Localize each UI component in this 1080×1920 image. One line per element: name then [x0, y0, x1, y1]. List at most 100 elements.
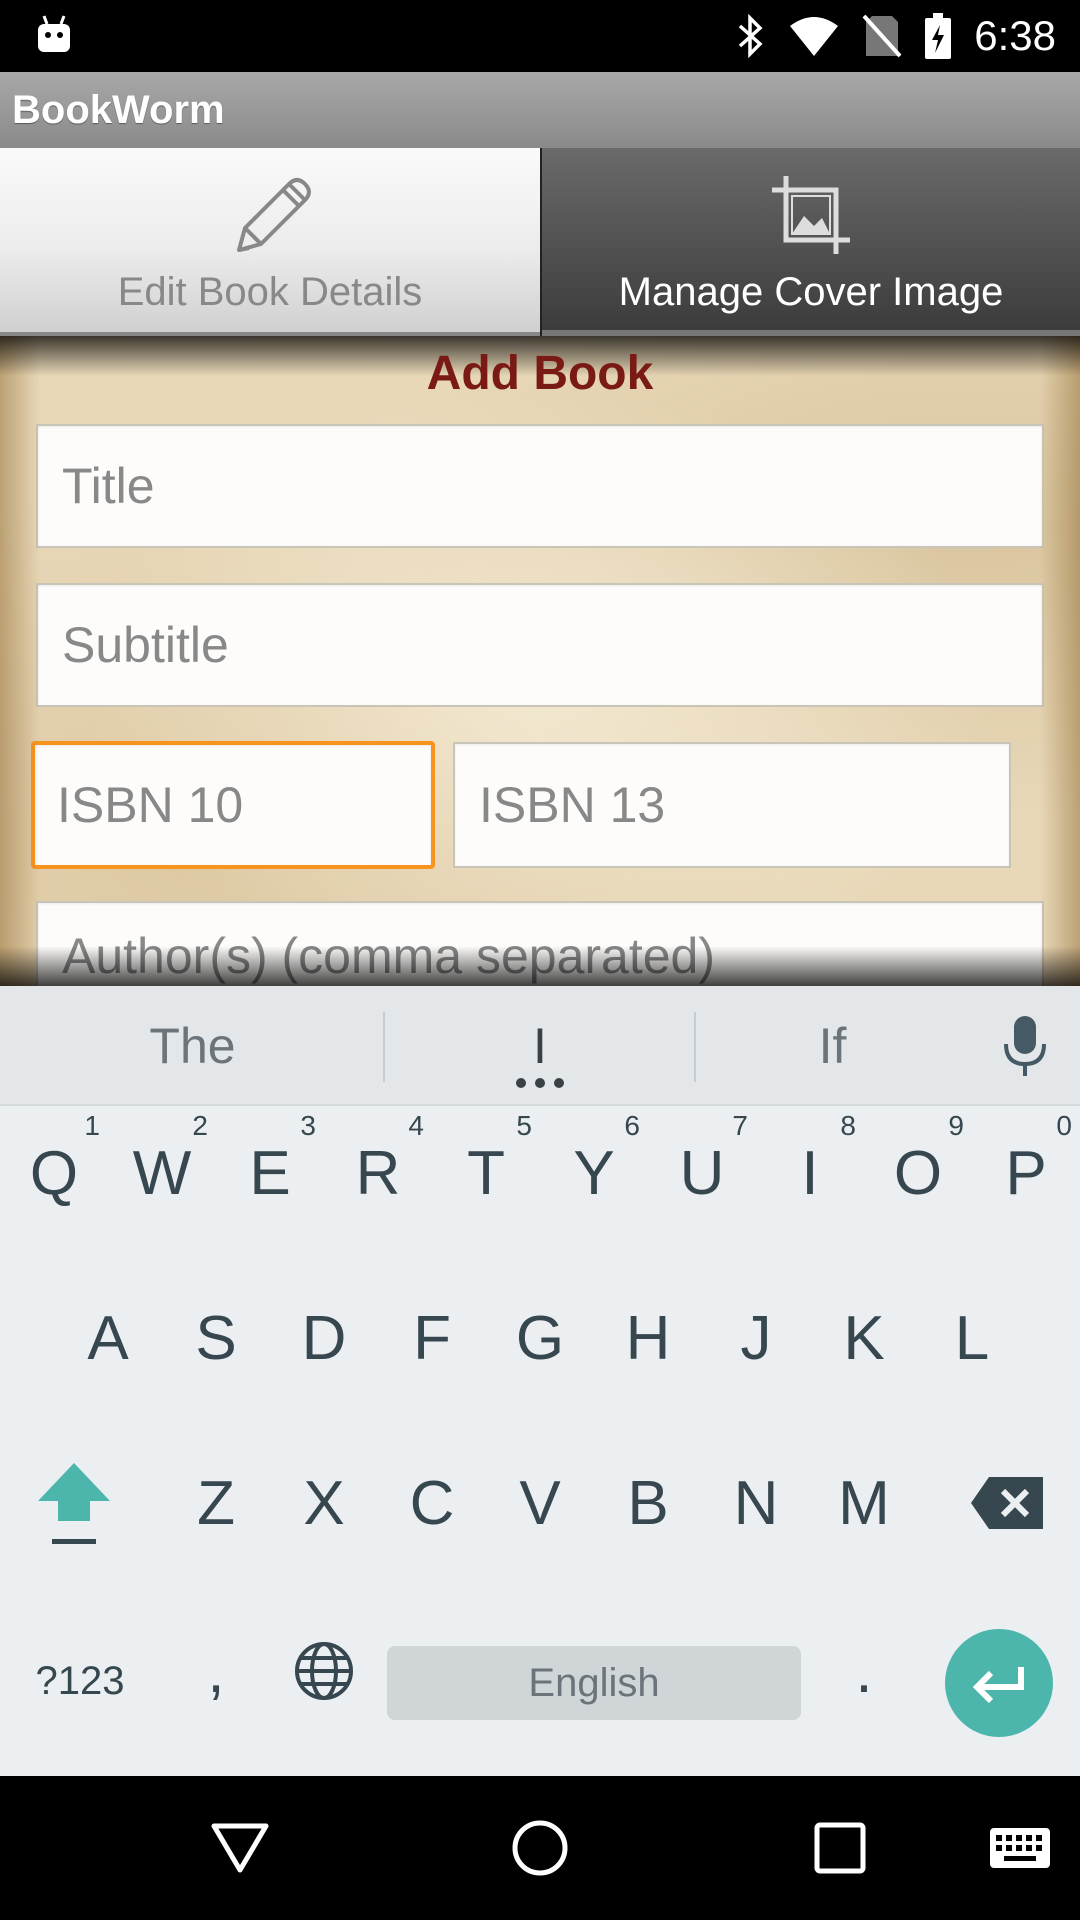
keyboard-switch-icon: [990, 1828, 1050, 1868]
suggestion-strip: The I If: [0, 986, 1080, 1106]
battery-charging-icon: [925, 13, 952, 59]
period-key[interactable]: .: [814, 1606, 914, 1736]
suggestion-1[interactable]: The: [0, 986, 385, 1106]
isbn13-input[interactable]: ISBN 13: [453, 742, 1011, 868]
tab-bar: Edit Book Details Manage Cover Image: [0, 148, 1080, 336]
key-l[interactable]: L: [922, 1273, 1022, 1403]
authors-input[interactable]: Author(s) (comma separated): [36, 901, 1044, 986]
key-o[interactable]: O9: [868, 1108, 968, 1238]
navigation-bar: [0, 1776, 1080, 1920]
isbn13-placeholder: ISBN 13: [479, 777, 666, 833]
key-f[interactable]: F: [382, 1273, 482, 1403]
soft-keyboard: The I If Q1 W2 E3 R4 T5 Y6 U7 I8 O9 P0 A…: [0, 986, 1080, 1776]
key-j[interactable]: J: [706, 1273, 806, 1403]
key-hint: 1: [84, 1110, 100, 1141]
key-a[interactable]: A: [58, 1273, 158, 1403]
key-label: Q: [29, 1138, 79, 1208]
key-hint: 4: [408, 1110, 424, 1141]
comma-key[interactable]: ,: [166, 1606, 266, 1736]
back-icon: [211, 1823, 269, 1873]
key-h[interactable]: H: [598, 1273, 698, 1403]
key-v[interactable]: V: [490, 1438, 590, 1568]
android-icon: [38, 15, 70, 52]
key-x[interactable]: X: [274, 1438, 374, 1568]
key-i[interactable]: I8: [760, 1108, 860, 1238]
key-g[interactable]: G: [490, 1273, 590, 1403]
key-hint: 3: [300, 1110, 316, 1141]
suggestion-2[interactable]: I: [385, 986, 695, 1106]
form-title: Add Book: [426, 347, 654, 400]
key-y[interactable]: Y6: [544, 1108, 644, 1238]
key-t[interactable]: T5: [436, 1108, 536, 1238]
wifi-icon: [790, 17, 839, 56]
key-hint: 6: [624, 1110, 640, 1141]
key-z[interactable]: Z: [166, 1438, 266, 1568]
tab-label: Manage Cover Image: [618, 270, 1004, 314]
key-k[interactable]: K: [814, 1273, 914, 1403]
key-n[interactable]: N: [706, 1438, 806, 1568]
parchment-edge: [0, 336, 40, 986]
isbn10-input[interactable]: ISBN 10: [31, 741, 435, 869]
shift-icon: [38, 1463, 110, 1544]
key-label: Y: [573, 1138, 615, 1208]
key-m[interactable]: M: [814, 1438, 914, 1568]
status-bar: 6:38: [0, 0, 1080, 72]
back-button[interactable]: [180, 1776, 300, 1920]
key-r[interactable]: R4: [328, 1108, 428, 1238]
key-label: I: [801, 1138, 819, 1208]
no-sim-icon: [862, 14, 902, 58]
home-button[interactable]: [480, 1776, 600, 1920]
key-c[interactable]: C: [382, 1438, 482, 1568]
space-bar[interactable]: English: [387, 1646, 801, 1720]
app-title: BookWorm: [12, 88, 225, 132]
tab-manage-cover-image[interactable]: Manage Cover Image: [542, 148, 1080, 336]
add-book-form: Add Book Title Subtitle ISBN 10 ISBN 13 …: [0, 336, 1080, 986]
parchment-edge: [1040, 336, 1080, 986]
home-icon: [512, 1820, 568, 1876]
key-label: W: [132, 1138, 192, 1208]
key-label: O: [893, 1138, 943, 1208]
clock: 6:38: [974, 12, 1056, 59]
key-label: T: [467, 1138, 505, 1208]
recents-button[interactable]: [780, 1776, 900, 1920]
backspace-key[interactable]: [952, 1438, 1062, 1568]
key-d[interactable]: D: [274, 1273, 374, 1403]
symbols-key[interactable]: ?123: [20, 1626, 140, 1736]
key-label: R: [355, 1138, 401, 1208]
key-p[interactable]: P0: [976, 1108, 1076, 1238]
app-bar: BookWorm: [0, 72, 1080, 148]
enter-icon: [972, 1667, 1024, 1703]
key-b[interactable]: B: [598, 1438, 698, 1568]
recents-icon: [814, 1822, 866, 1874]
enter-key[interactable]: [945, 1629, 1053, 1737]
title-placeholder: Title: [62, 458, 155, 514]
title-input[interactable]: Title: [36, 424, 1044, 548]
key-hint: 7: [732, 1110, 748, 1141]
authors-placeholder: Author(s) (comma separated): [62, 928, 716, 984]
suggestion-3[interactable]: If: [695, 986, 970, 1106]
subtitle-input[interactable]: Subtitle: [36, 583, 1044, 707]
key-e[interactable]: E3: [220, 1108, 320, 1238]
pencil-icon: [237, 178, 311, 252]
shift-key[interactable]: [24, 1438, 124, 1568]
more-suggestions-dots[interactable]: [516, 1078, 564, 1088]
mic-icon[interactable]: [998, 1014, 1052, 1078]
tab-label: Edit Book Details: [117, 270, 423, 314]
keyboard-switch-button[interactable]: [960, 1776, 1080, 1920]
key-label: P: [1005, 1138, 1047, 1208]
globe-icon: [295, 1642, 353, 1700]
key-u[interactable]: U7: [652, 1108, 752, 1238]
isbn10-placeholder: ISBN 10: [57, 777, 244, 833]
key-hint: 0: [1056, 1110, 1072, 1141]
key-w[interactable]: W2: [112, 1108, 212, 1238]
key-s[interactable]: S: [166, 1273, 266, 1403]
bluetooth-icon: [739, 14, 763, 58]
backspace-icon: [971, 1477, 1043, 1529]
tab-edit-book-details[interactable]: Edit Book Details: [0, 148, 540, 336]
key-hint: 5: [516, 1110, 532, 1141]
key-q[interactable]: Q1: [4, 1108, 104, 1238]
key-hint: 8: [840, 1110, 856, 1141]
key-label: E: [249, 1138, 291, 1208]
subtitle-placeholder: Subtitle: [62, 617, 229, 673]
language-key[interactable]: [274, 1606, 374, 1736]
